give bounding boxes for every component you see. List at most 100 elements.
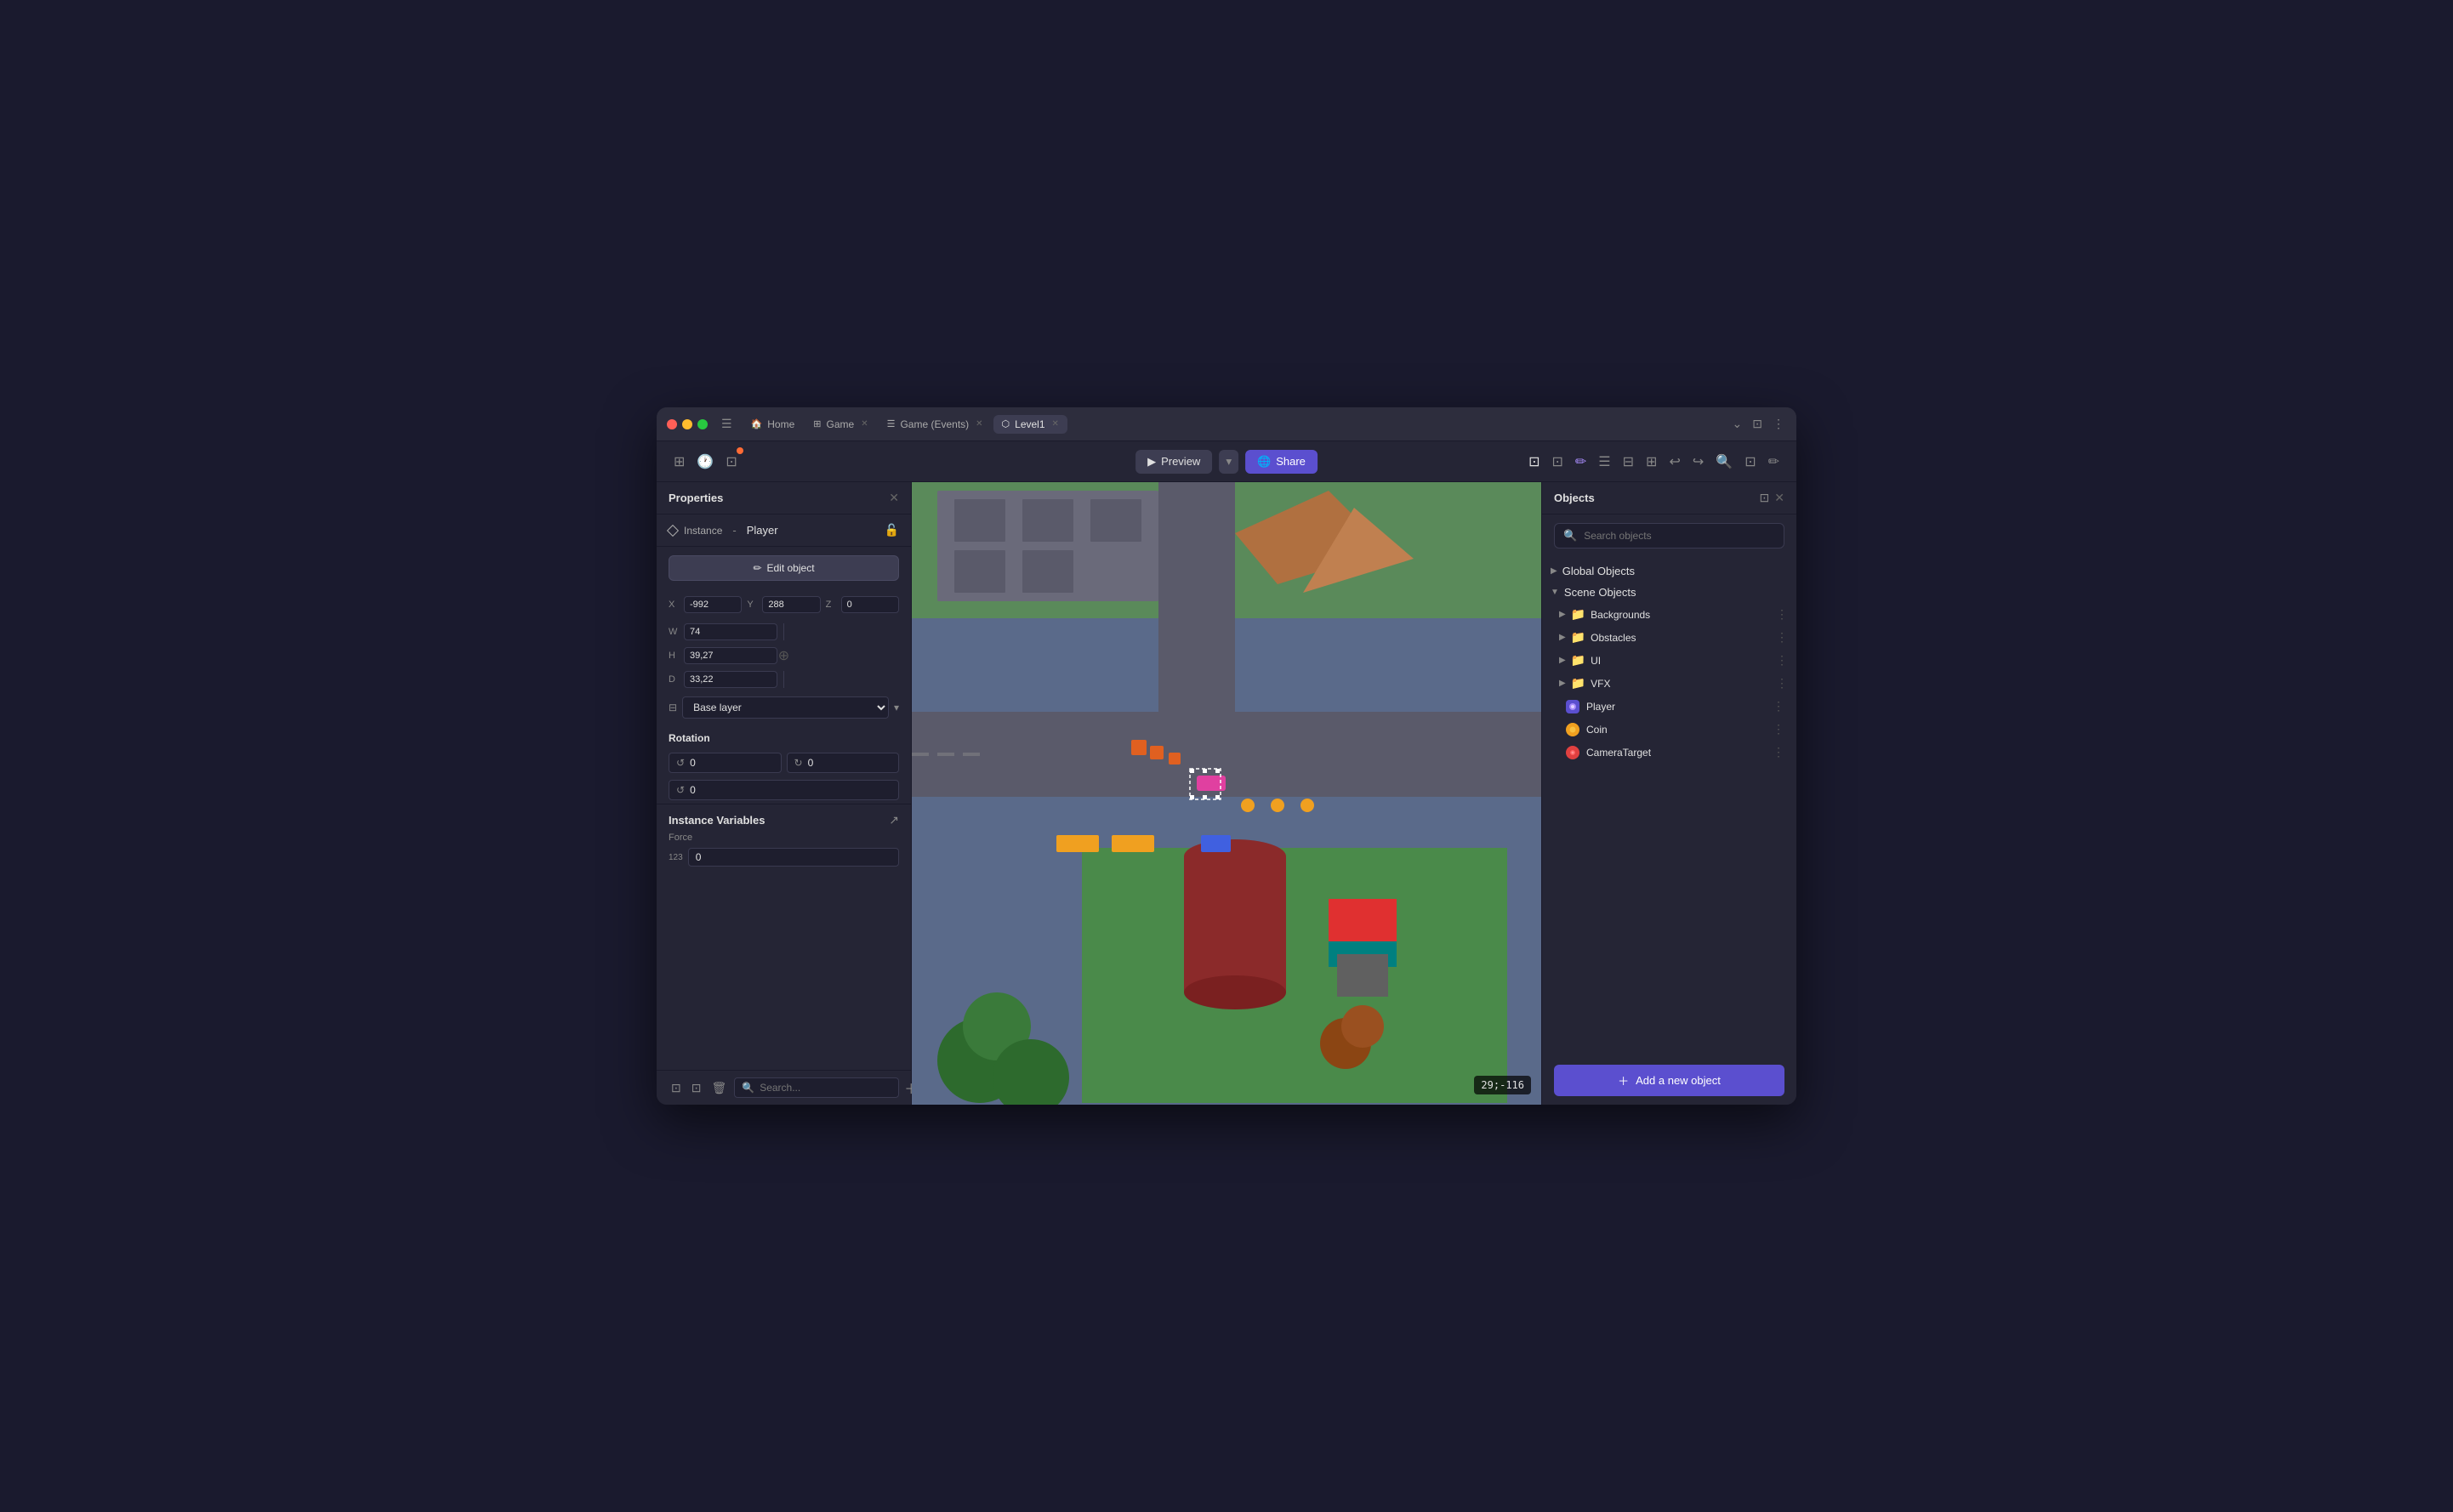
h-input[interactable] (684, 647, 777, 664)
tab-events-label: Game (Events) (900, 418, 969, 430)
add-object-button[interactable]: ＋ Add a new object (1554, 1065, 1784, 1096)
scene-objects-header[interactable]: ▼ Scene Objects (1542, 582, 1796, 603)
coin-item[interactable]: Coin ⋮ (1542, 718, 1796, 741)
dropdown-icon[interactable]: ⌄ (1731, 415, 1744, 433)
link-icon[interactable]: ⊕ (778, 647, 789, 664)
objects-icon[interactable]: ⊡ (1548, 450, 1566, 474)
objects-title: Objects (1554, 492, 1595, 504)
player-label: Player (1586, 701, 1766, 713)
objects-header: Objects ⊡ ✕ (1542, 482, 1796, 514)
var-force-input[interactable] (688, 848, 899, 867)
hamburger-icon[interactable]: ☰ (721, 417, 732, 431)
bottom-search-input[interactable] (760, 1082, 891, 1094)
tab-events[interactable]: ☰ Game (Events) ✕ (879, 415, 992, 434)
external-link-icon[interactable]: ↗ (889, 813, 899, 827)
undo-icon[interactable]: ↩ (1665, 450, 1683, 474)
copy-icon[interactable]: ⊡ (669, 1078, 684, 1098)
instance-label: Instance (684, 525, 722, 537)
camera-more-icon[interactable]: ⋮ (1773, 745, 1784, 759)
tab-level1[interactable]: ⬡ Level1 ✕ (993, 415, 1067, 434)
rotation-section-title: Rotation (657, 724, 911, 749)
player-more-icon[interactable]: ⋮ (1773, 699, 1784, 713)
layout-icon[interactable]: ⊞ (670, 450, 688, 474)
grid-toggle-icon[interactable]: ⊞ (1642, 450, 1660, 474)
tab-level1-close[interactable]: ✕ (1052, 419, 1059, 429)
ui-folder-icon: 📁 (1571, 653, 1585, 668)
level-icon: ⬡ (1002, 418, 1010, 429)
properties-close-button[interactable]: ✕ (889, 491, 899, 505)
y-input[interactable] (762, 596, 820, 613)
close-window-btn[interactable] (667, 419, 677, 429)
grid-icon: ⊞ (813, 418, 821, 429)
history-icon[interactable]: 🕐 (693, 450, 717, 474)
z-input[interactable] (841, 596, 899, 613)
titlebar: ☰ 🏠 Home ⊞ Game ✕ ☰ Game (Events) ✕ ⬡ Le… (657, 407, 1796, 441)
search-icon: 🔍 (742, 1082, 754, 1094)
d-field: D (669, 671, 777, 688)
h-row: H ⊕ (657, 644, 911, 668)
list-icon[interactable]: ☰ (1595, 450, 1614, 474)
preview-dropdown-button[interactable]: ▾ (1219, 450, 1238, 474)
preview-button[interactable]: ▶ Preview (1135, 450, 1212, 474)
global-objects-header[interactable]: ▶ Global Objects (1542, 560, 1796, 582)
h-label: H (669, 651, 680, 661)
ui-folder[interactable]: ▶ 📁 UI ⋮ (1542, 649, 1796, 672)
layer-row: ⊟ Base layer ▾ (657, 691, 911, 724)
tab-home[interactable]: 🏠 Home (743, 415, 804, 434)
d-input[interactable] (684, 671, 777, 688)
backgrounds-folder[interactable]: ▶ 📁 Backgrounds ⋮ (1542, 603, 1796, 626)
maximize-window-btn[interactable] (697, 419, 708, 429)
global-objects-label: Global Objects (1562, 565, 1635, 577)
edit-icon[interactable]: ✏ (1765, 450, 1783, 474)
objects-close-button[interactable]: ✕ (1774, 491, 1784, 505)
trash-icon[interactable]: 🗑 (709, 1078, 729, 1098)
x-label: X (669, 600, 680, 610)
rot3-input[interactable] (690, 784, 891, 796)
delete-icon[interactable]: ⊡ (1741, 450, 1759, 474)
search-objects-input[interactable] (1584, 530, 1775, 542)
tab-game-close[interactable]: ✕ (861, 419, 868, 429)
obstacles-label: Obstacles (1591, 632, 1771, 644)
minimize-window-btn[interactable] (682, 419, 692, 429)
titlebar-more-icon[interactable]: ⋮ (1771, 415, 1786, 433)
redo-icon[interactable]: ↪ (1689, 450, 1707, 474)
extensions-icon[interactable]: ⊡ (1750, 415, 1764, 433)
search-objects-icon: 🔍 (1563, 529, 1577, 543)
bg-folder-icon: 📁 (1571, 607, 1585, 622)
layers-icon[interactable]: ⊟ (1619, 450, 1637, 474)
rot1-field: ↺ (669, 753, 782, 773)
layer-select[interactable]: Base layer (682, 696, 889, 719)
rot1-input[interactable] (690, 757, 773, 769)
lock-icon[interactable]: 🔓 (885, 523, 899, 537)
layer-dropdown-icon: ▾ (894, 702, 899, 713)
global-chevron-icon: ▶ (1551, 566, 1557, 576)
backgrounds-more-icon[interactable]: ⋮ (1776, 607, 1788, 622)
camera-target-item[interactable]: CameraTarget ⋮ (1542, 741, 1796, 764)
obstacles-more-icon[interactable]: ⋮ (1776, 630, 1788, 645)
share-button[interactable]: 🌐 Share (1245, 450, 1318, 474)
zoom-icon[interactable]: 🔍 (1712, 450, 1736, 474)
coin-more-icon[interactable]: ⋮ (1773, 722, 1784, 736)
obstacles-folder[interactable]: ▶ 📁 Obstacles ⋮ (1542, 626, 1796, 649)
instance-vars-header: Instance Variables ↗ (657, 804, 911, 831)
vfx-more-icon[interactable]: ⋮ (1776, 676, 1788, 691)
x-field: X (669, 596, 742, 613)
pencil-icon[interactable]: ✏ (1572, 450, 1590, 474)
tab-events-close[interactable]: ✕ (976, 419, 982, 429)
paste-icon[interactable]: ⊡ (689, 1078, 704, 1098)
player-item[interactable]: Player ⋮ (1542, 695, 1796, 718)
tab-game[interactable]: ⊞ Game ✕ (805, 415, 876, 434)
add-folder-icon[interactable]: ⊡ (1760, 491, 1770, 505)
rot2-input[interactable] (808, 757, 891, 769)
edit-object-button[interactable]: ✏ Edit object (669, 555, 899, 581)
x-input[interactable] (684, 596, 742, 613)
edit-pencil-icon: ✏ (753, 562, 761, 574)
separator: - (732, 524, 736, 537)
3d-view-icon[interactable]: ⊡ (1525, 450, 1543, 474)
vfx-folder[interactable]: ▶ 📁 VFX ⋮ (1542, 672, 1796, 695)
canvas-area[interactable]: 29;-116 (912, 482, 1541, 1105)
ui-more-icon[interactable]: ⋮ (1776, 653, 1788, 668)
play-icon: ▶ (1147, 455, 1156, 469)
publish-icon[interactable]: ⊡ (722, 450, 740, 474)
w-input[interactable] (684, 623, 777, 640)
